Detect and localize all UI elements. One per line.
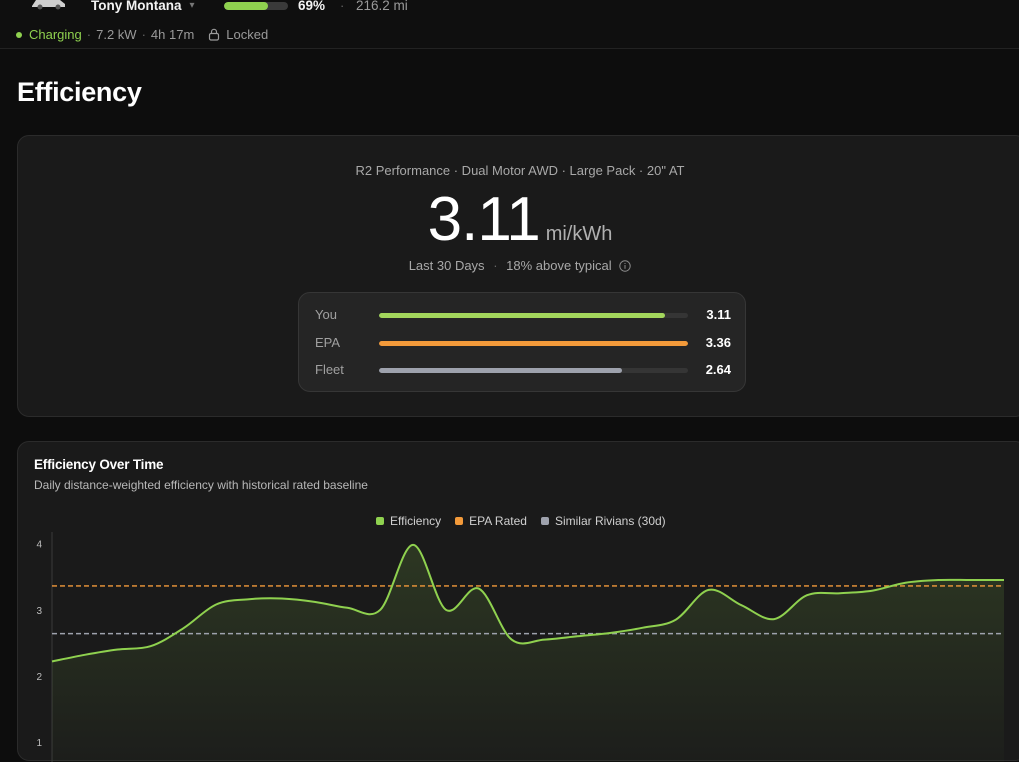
comparison-bar	[379, 313, 688, 318]
chart-title: Efficiency Over Time	[34, 457, 164, 472]
comparison-value: 3.36	[705, 335, 731, 350]
info-icon[interactable]	[619, 260, 631, 275]
legend-item[interactable]: EPA Rated	[455, 514, 527, 528]
separator: ·	[340, 0, 345, 13]
time-remaining: 4h 17m	[150, 27, 195, 42]
comparison-label: EPA	[315, 335, 341, 350]
comparison-label: Fleet	[315, 362, 344, 377]
lock-icon[interactable]	[208, 28, 220, 41]
legend-label: Similar Rivians (30d)	[554, 514, 666, 528]
y-tick-label: 2	[36, 672, 42, 683]
legend-label: EPA Rated	[469, 514, 527, 528]
y-tick-label: 1	[36, 738, 42, 749]
battery-level-fill	[224, 2, 269, 10]
comparison-bar-fill	[379, 341, 688, 346]
efficiency-unit: mi/kWh	[545, 223, 613, 245]
battery-level-bar	[224, 2, 288, 10]
period-label: Last 30 Days	[408, 258, 485, 273]
vehicle-model: R2 Performance · Dual Motor AWD · Large …	[355, 163, 685, 178]
owner-name: Tony Montana	[91, 0, 182, 13]
comparison-label: You	[315, 307, 337, 322]
vehicle-thumbnail-icon[interactable]	[30, 0, 68, 10]
legend-swatch	[540, 517, 549, 525]
comparison-bar	[379, 368, 688, 373]
range-readout: 216.2 mi	[356, 0, 408, 13]
page-title: Efficiency	[17, 77, 142, 107]
legend-swatch	[455, 517, 464, 525]
legend-label: Efficiency	[390, 514, 442, 528]
charging-dot-icon	[16, 31, 22, 38]
charging-status: Charging	[29, 27, 82, 42]
efficiency-chart-card: 1 2 3 4 Efficiency Over Time Daily distance…	[17, 441, 1019, 762]
efficiency-summary-card: R2 Performance · Dual Motor AWD · Large …	[17, 135, 1019, 417]
efficiency-value: 3.11	[427, 185, 541, 254]
charge-rate: 7.2 kW	[96, 27, 137, 42]
comparison-panel: You 3.11 EPA 3.36 Fleet 2.64	[298, 292, 746, 392]
comparison-value: 2.64	[705, 362, 731, 377]
charging-status-row: Charging · 7.2 kW · 4h 17m Locked	[16, 27, 268, 42]
comparison-row-fleet: Fleet 2.64	[299, 362, 747, 382]
period-summary: Last 30 Days · 18% above typical	[18, 258, 1019, 275]
chart-subtitle: Daily distance-weighted efficiency with …	[34, 478, 368, 492]
comparison-row-epa: EPA 3.36	[299, 335, 747, 355]
y-tick-label: 4	[36, 540, 42, 551]
chevron-down-icon: ▾	[189, 0, 195, 11]
comparison-bar-fill	[379, 368, 622, 373]
y-tick-label: 3	[36, 606, 42, 617]
comparison-row-you: You 3.11	[299, 307, 747, 327]
efficiency-area	[52, 544, 1004, 762]
legend-swatch	[376, 517, 384, 525]
battery-percent: 69%	[298, 0, 326, 13]
separator: ·	[493, 258, 498, 273]
separator: ·	[86, 27, 92, 42]
separator: ·	[141, 27, 146, 42]
legend-item[interactable]: Efficiency	[376, 514, 441, 528]
efficiency-value-row: 3.11 mi/kWh	[18, 184, 1019, 255]
comparison-bar	[379, 341, 688, 346]
lock-status[interactable]: Locked	[226, 27, 268, 42]
delta-label: 18% above typical	[506, 258, 612, 273]
comparison-bar-fill	[379, 313, 665, 318]
vehicle-status-bar: Tony Montana ▾ 69% · 216.2 mi Charging ·…	[0, 0, 1019, 49]
comparison-value: 3.11	[706, 307, 731, 322]
vehicle-selector[interactable]: Tony Montana ▾	[91, 0, 195, 13]
chart-legend: Efficiency EPA Rated Similar Rivians (30d)	[376, 514, 666, 528]
legend-item[interactable]: Similar Rivians (30d)	[540, 514, 666, 528]
